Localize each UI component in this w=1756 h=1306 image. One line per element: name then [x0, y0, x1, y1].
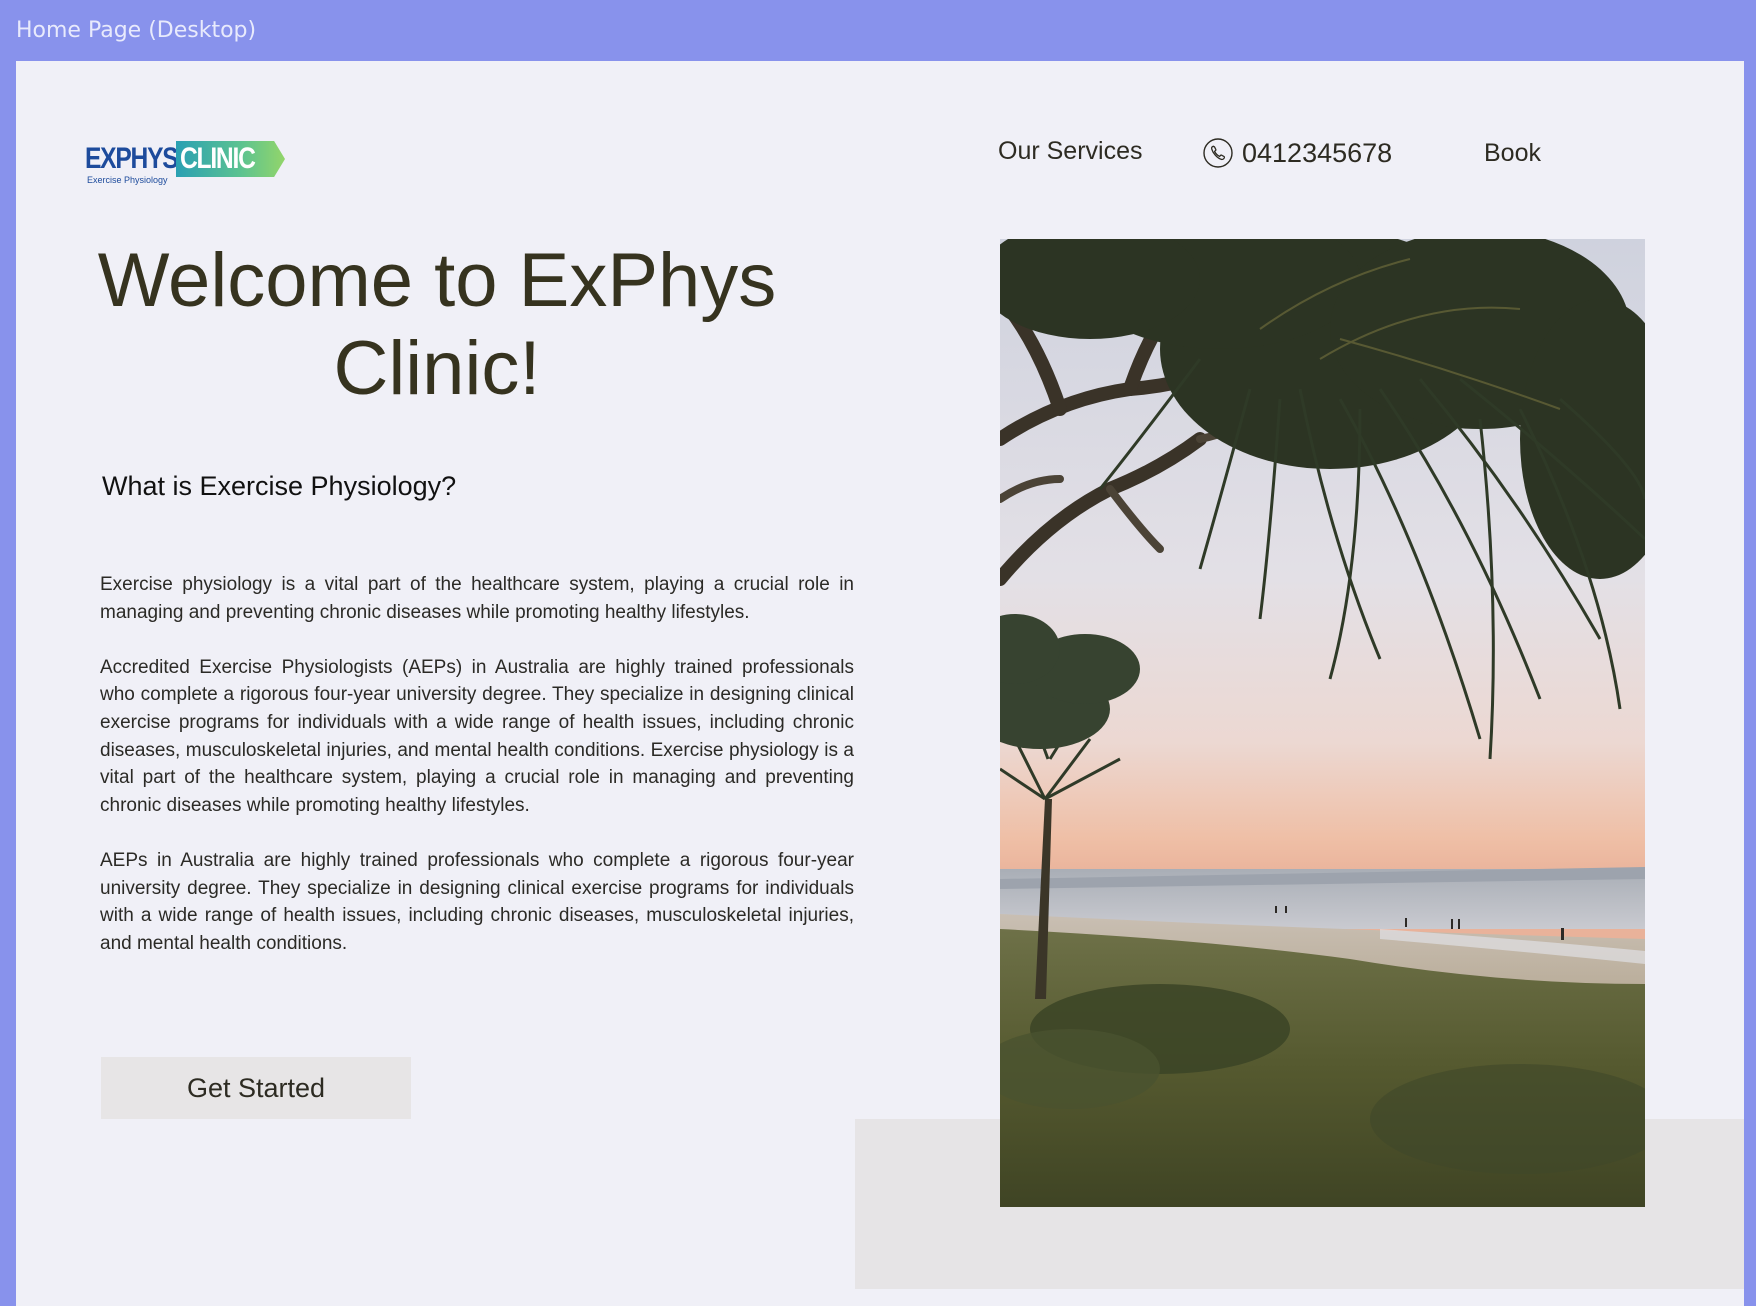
intro-paragraph-2: Accredited Exercise Physiologists (AEPs)… [100, 656, 854, 816]
logo-word-clinic-text: CLINIC [180, 142, 256, 175]
logo-tagline: Exercise Physiology [87, 175, 168, 185]
phone-number: 0412345678 [1242, 138, 1393, 168]
frame-title: Home Page (Desktop) [16, 18, 257, 43]
nav-book[interactable]: Book [1484, 133, 1541, 173]
logo-word-clinic: CLINIC [176, 141, 285, 177]
logo-word-exphys: EXPHYS [85, 142, 179, 175]
page-canvas: EXPHYS CLINIC Exercise Physiology Our Se… [16, 61, 1744, 1306]
intro-paragraph-3: AEPs in Australia are highly trained pro… [100, 849, 854, 954]
phone-icon [1203, 138, 1233, 168]
intro-body: Exercise physiology is a vital part of t… [100, 571, 854, 985]
logo[interactable]: EXPHYS CLINIC Exercise Physiology [85, 141, 285, 189]
page-title: Welcome to ExPhys Clinic! [97, 238, 777, 411]
nav-our-services[interactable]: Our Services [998, 131, 1142, 171]
intro-paragraph-1: Exercise physiology is a vital part of t… [100, 574, 854, 623]
section-subheading: What is Exercise Physiology? [102, 471, 457, 501]
nav-phone[interactable]: 0412345678 [1203, 133, 1392, 173]
get-started-button[interactable]: Get Started [101, 1057, 411, 1119]
hero-beach-photo [1000, 239, 1645, 1207]
